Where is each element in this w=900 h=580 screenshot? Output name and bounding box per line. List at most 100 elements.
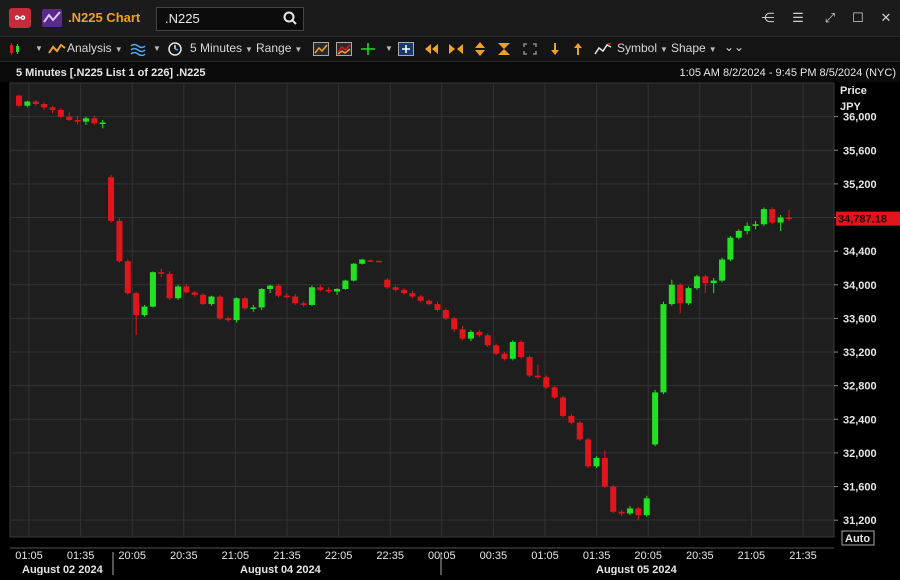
symbol-menu[interactable]: Symbol ▼ [617,41,668,55]
symbol-label: Symbol [617,41,658,55]
candle [576,420,583,442]
candlestick-type-icon[interactable] [8,42,22,56]
x-tick-label: 20:05 [634,550,662,562]
y-tick-label: 31,600 [843,482,877,494]
candle [108,174,115,223]
candle-body [417,296,424,301]
candlestick-chart[interactable]: 36,00035,60035,20034,80034,40034,00033,6… [0,82,900,576]
arrow-up-icon[interactable] [571,42,585,56]
share-icon[interactable]: ⋲ [758,8,778,28]
maximize-icon[interactable]: ☐ [848,8,868,28]
candle-body [543,377,550,388]
candle-body [501,353,508,359]
arrow-down-icon[interactable] [548,42,562,56]
zoom-y-icon[interactable] [472,42,488,56]
candle-body [442,310,449,319]
candle-body [74,119,81,122]
interval-select[interactable]: 5 Minutes ▼ [190,41,253,55]
candle-body [769,209,776,223]
candle-body [727,237,734,260]
y-axis-unit: JPY [840,101,861,113]
candle-body [484,335,491,346]
candle-body [342,280,349,289]
candle [585,437,592,469]
x-tick-label: 21:05 [738,550,766,562]
close-icon[interactable]: ✕ [876,8,896,28]
ric-search-input[interactable]: .N225 [156,7,304,31]
candle-body [15,95,23,106]
app-logo-icon[interactable]: ⚯ [9,8,31,28]
chevron-down-icon[interactable]: ▼ [35,44,43,53]
candle-body [241,298,248,309]
candle-body [250,307,257,309]
candle-body [760,209,767,225]
x-tick-label: 01:05 [15,550,43,562]
candle-body [175,286,182,299]
candle-body [24,101,31,106]
candle [509,340,516,361]
analysis-menu[interactable]: Analysis ▼ [67,41,123,55]
chevron-down-icon[interactable]: ▼ [153,44,161,53]
candle-body [626,508,633,514]
candle [442,308,449,321]
candle-body [509,341,516,359]
compare-chart-icon[interactable] [336,42,352,56]
range-select[interactable]: Range ▼ [256,41,302,55]
candle-body [744,225,751,231]
wave-icon[interactable] [130,42,146,56]
candle [116,218,123,263]
candle-body [216,296,223,319]
candle [660,301,667,395]
candle-body [99,122,106,125]
analysis-label: Analysis [67,41,112,55]
crosshair-icon[interactable] [360,42,376,56]
y-tick-label: 35,600 [843,145,877,157]
fit-icon[interactable] [496,42,512,56]
candle [543,375,550,390]
y-tick-label: 31,200 [843,515,877,527]
chevron-down-icon[interactable]: ▼ [385,44,393,53]
candle-body [275,285,282,296]
candle-body [91,118,98,124]
candle-body [233,298,240,321]
chart-header: 5 Minutes [.N225 List 1 of 226] .N225 1:… [0,62,900,82]
x-tick-label: 20:35 [170,550,198,562]
candle-body [459,329,466,339]
candle [551,385,558,400]
symbol-tool-icon[interactable] [594,42,612,56]
y-tick-label: 32,000 [843,448,877,460]
candle-body [643,498,650,516]
candle-body [225,318,232,321]
x-tick-label: 20:35 [686,550,714,562]
candle-body [208,296,215,305]
candle-body [384,279,391,288]
zoom-x-icon[interactable] [448,42,464,56]
search-icon[interactable] [283,11,297,25]
popout-icon[interactable]: ⤢ [820,8,840,28]
add-study-icon[interactable] [398,42,414,56]
candle-body [668,284,675,305]
candle-body [752,224,759,226]
x-tick-label: 00:05 [428,550,456,562]
line-chart-icon[interactable] [313,42,329,56]
date-label: August 04 2024 [240,564,322,575]
candle-body [133,293,140,316]
interval-label: 5 Minutes [190,41,243,55]
expand-icon[interactable] [522,42,538,56]
x-tick-label: 01:35 [583,550,611,562]
candle [760,207,767,226]
more-chevron-icon[interactable]: ⌄⌄ [724,40,744,54]
candle-body [719,259,726,281]
candle-body [409,293,416,297]
menu-icon[interactable]: ☰ [788,8,808,28]
candle [493,343,500,356]
candle [769,207,776,225]
title-bar: ⚯ .N225 Chart .N225 ⋲ ☰ ⤢ ☐ ✕ [0,0,900,37]
candle-body [601,457,608,487]
shape-menu[interactable]: Shape ▼ [671,41,717,55]
scroll-left-icon[interactable] [424,42,440,56]
candle-body [576,422,583,440]
candle [200,293,207,305]
candle-body [149,272,156,307]
candle [484,333,491,347]
